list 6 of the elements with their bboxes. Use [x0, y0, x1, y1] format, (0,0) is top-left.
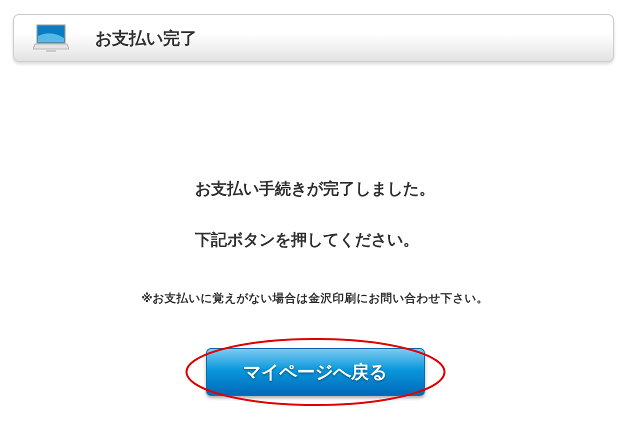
page-title: お支払い完了 [95, 28, 197, 50]
laptop-icon [33, 24, 69, 52]
message-text: お支払い手続きが完了しました。 [195, 178, 435, 199]
note-text: ※お支払いに覚えがない場合は金沢印刷にお問い合わせ下さい。 [141, 291, 489, 306]
message-text: 下記ボタンを押してください。 [195, 229, 420, 250]
mypage-button[interactable]: マイページへ戻る [206, 348, 424, 396]
